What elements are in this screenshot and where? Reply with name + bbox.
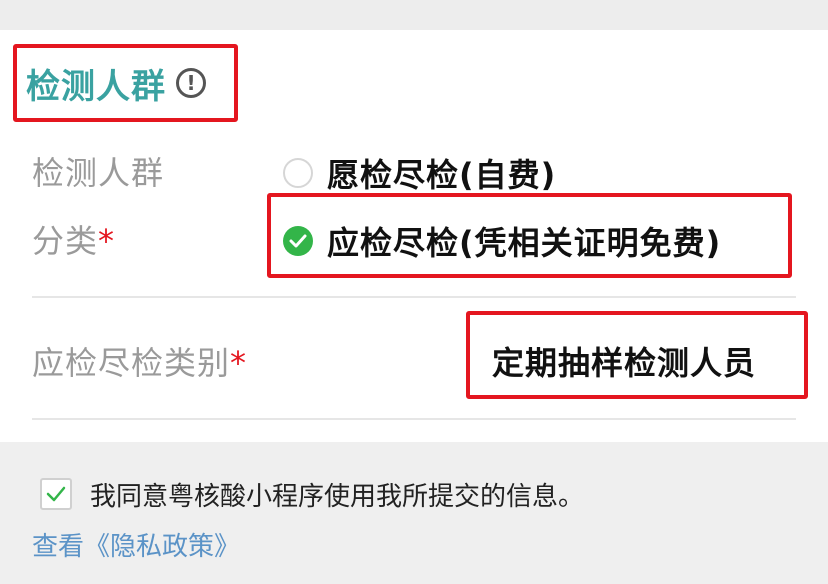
option-self-pay[interactable]: 愿检尽检(自费) [283,150,556,196]
consent-text: 我同意粤核酸小程序使用我所提交的信息。 [90,482,585,512]
option-self-pay-label: 愿检尽检(自费) [327,156,557,194]
category-field-label-text: 应检尽检类别 [32,344,231,382]
group-field-label-line2: 分类* [32,216,115,262]
radio-unselected-icon[interactable] [283,158,313,188]
divider [32,296,796,298]
group-field-label-text: 分类 [32,222,99,260]
category-field-label: 应检尽检类别* [32,338,247,384]
group-field-label-line1: 检测人群 [32,154,165,192]
highlight-box-selected-option [267,193,792,278]
required-mark: * [98,222,116,260]
divider [32,418,796,420]
check-icon [46,486,66,502]
consent-checkbox[interactable] [40,478,72,510]
required-mark: * [230,344,248,382]
highlight-box-section-title [13,44,238,122]
top-strip [0,0,828,30]
privacy-policy-link[interactable]: 查看《隐私政策》 [32,526,240,563]
highlight-box-category-value [466,311,808,399]
